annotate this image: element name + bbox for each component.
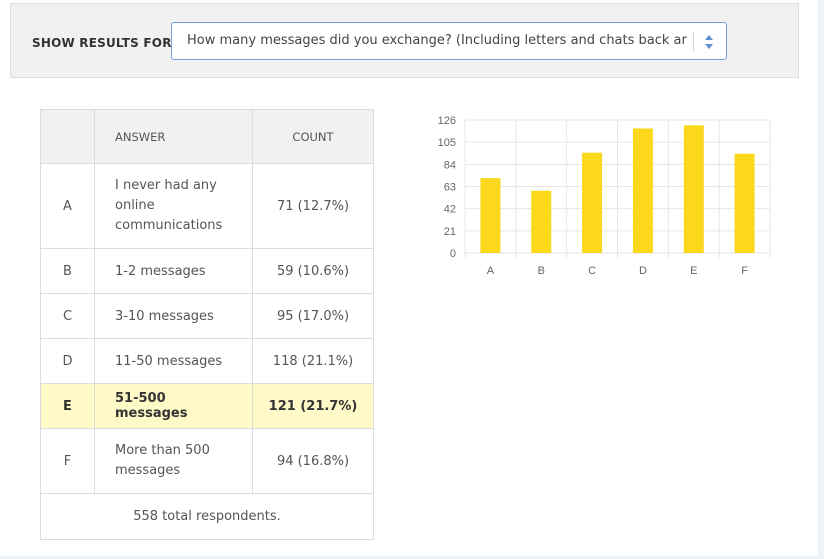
row-answer-text: More than 500 messages	[115, 443, 210, 478]
row-answer-text: I never had any online communications	[115, 178, 223, 233]
row-answer: More than 500 messages	[94, 428, 253, 494]
table-row: B 1-2 messages 59 (10.6%)	[40, 248, 374, 294]
row-count: 71 (12.7%)	[252, 163, 374, 249]
y-tick-label: 21	[444, 226, 456, 238]
y-tick-label: 126	[438, 115, 456, 127]
row-count: 121 (21.7%)	[252, 383, 374, 429]
y-tick-label: 63	[444, 182, 456, 194]
header-count: COUNT	[252, 109, 374, 164]
question-select[interactable]: How many messages did you exchange? (Inc…	[171, 22, 727, 60]
chart-bar	[683, 125, 704, 253]
y-tick-label: 84	[444, 159, 456, 171]
select-divider	[693, 31, 694, 51]
table-row: D 11-50 messages 118 (21.1%)	[40, 338, 374, 384]
row-count: 94 (16.8%)	[252, 428, 374, 494]
x-tick-label: B	[538, 265, 545, 277]
table-row: F More than 500 messages 94 (16.8%)	[40, 428, 374, 494]
row-answer: 1-2 messages	[94, 248, 253, 294]
header-answer: ANSWER	[94, 109, 253, 164]
chart-bar	[480, 178, 501, 253]
row-count: 59 (10.6%)	[252, 248, 374, 294]
total-respondents: 558 total respondents.	[40, 493, 374, 540]
y-tick-label: 42	[444, 204, 456, 216]
bar-chart: 0 21 42 63 84 105 126 A B C D E F	[438, 115, 771, 277]
row-letter: E	[40, 383, 95, 429]
table-header-row: ANSWER COUNT	[40, 109, 374, 164]
row-count: 118 (21.1%)	[252, 338, 374, 384]
results-table: ANSWER COUNT A I never had any online co…	[40, 109, 374, 540]
chart-bar	[734, 153, 755, 253]
row-letter: D	[40, 338, 95, 384]
y-tick-label: 0	[450, 248, 456, 260]
filter-label: SHOW RESULTS FOR:	[32, 36, 177, 50]
table-total-row: 558 total respondents.	[40, 493, 374, 540]
row-letter: C	[40, 293, 95, 339]
y-tick-label: 105	[438, 137, 456, 149]
chart-bar	[582, 152, 603, 253]
question-select-value: How many messages did you exchange? (Inc…	[187, 33, 687, 48]
filter-bar: SHOW RESULTS FOR: How many messages did …	[10, 3, 799, 78]
x-tick-label: D	[639, 265, 647, 277]
chart-bar	[531, 190, 552, 253]
row-answer: 51-500 messages	[94, 383, 253, 429]
x-tick-label: F	[741, 265, 748, 277]
row-answer: I never had any online communications	[94, 163, 253, 249]
chart-bar	[632, 128, 653, 253]
x-tick-label: C	[588, 265, 596, 277]
row-letter: F	[40, 428, 95, 494]
row-answer: 11-50 messages	[94, 338, 253, 384]
row-count: 95 (17.0%)	[252, 293, 374, 339]
table-row-highlighted: E 51-500 messages 121 (21.7%)	[40, 383, 374, 429]
row-answer: 3-10 messages	[94, 293, 253, 339]
row-letter: B	[40, 248, 95, 294]
sort-arrows-icon[interactable]	[702, 32, 716, 52]
row-letter: A	[40, 163, 95, 249]
x-tick-label: E	[690, 265, 697, 277]
table-row: A I never had any online communications …	[40, 163, 374, 249]
x-tick-label: A	[487, 265, 495, 277]
table-row: C 3-10 messages 95 (17.0%)	[40, 293, 374, 339]
header-letter	[40, 109, 95, 164]
